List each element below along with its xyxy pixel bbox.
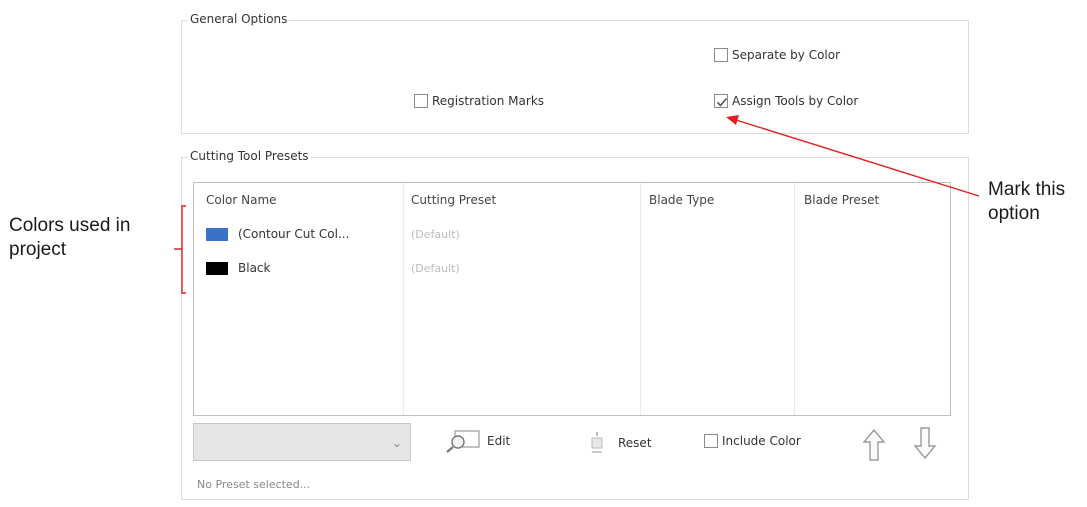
bracket-icon [174, 205, 186, 294]
annotation-arrow [735, 119, 980, 197]
arrowhead-icon [726, 115, 739, 125]
annotation-overlay [174, 115, 980, 294]
